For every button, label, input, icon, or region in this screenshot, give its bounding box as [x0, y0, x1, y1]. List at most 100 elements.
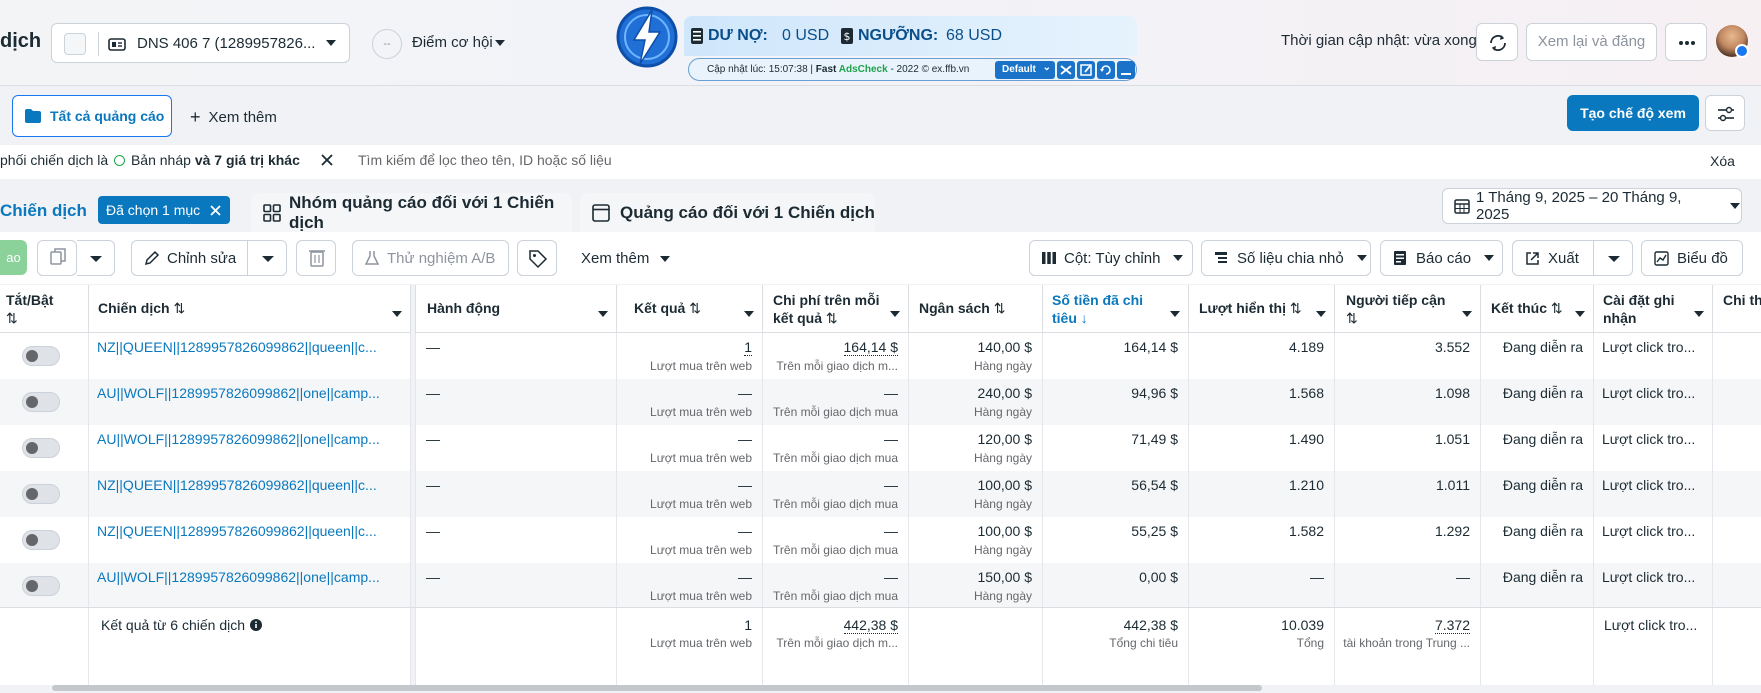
- more-options-button[interactable]: [1665, 23, 1707, 61]
- budget-cell[interactable]: 100,00 $ Hàng ngày: [909, 471, 1043, 517]
- tag-button[interactable]: [517, 240, 557, 276]
- chevron-down-icon: [1483, 254, 1495, 262]
- selected-badge[interactable]: Đã chọn 1 mục: [98, 196, 230, 224]
- attribution-value: Lượt click tro...: [1602, 431, 1696, 447]
- col-attribution[interactable]: Cài đặt ghi nhận: [1594, 285, 1713, 333]
- campaign-name-link[interactable]: NZ||QUEEN||1289957826099862||queen||c...: [97, 523, 377, 539]
- info-icon[interactable]: [250, 619, 262, 631]
- col-reach[interactable]: Người tiếp cận ⇅: [1335, 285, 1481, 333]
- edit-button[interactable]: Chỉnh sửa: [131, 240, 248, 276]
- campaign-toggle[interactable]: [22, 438, 60, 458]
- date-range-picker[interactable]: 1 Tháng 9, 2025 – 20 Tháng 9, 2025: [1442, 188, 1742, 224]
- filter-chip[interactable]: phối chiến dịch là Bản nháp và 7 giá trị…: [0, 152, 300, 168]
- results-cell: — Lượt mua trên web: [617, 425, 763, 471]
- spent-cell: 55,25 $: [1043, 517, 1189, 563]
- review-publish-button[interactable]: Xem lại và đăng: [1526, 23, 1657, 61]
- col-toggle[interactable]: Tắt/Bật ⇅: [0, 285, 89, 333]
- col-action[interactable]: Hành động: [416, 285, 617, 333]
- reports-button[interactable]: Báo cáo: [1380, 240, 1503, 276]
- columns-button[interactable]: Cột: Tùy chỉnh: [1029, 240, 1193, 276]
- table-row[interactable]: AU||WOLF||1289957826099862||one||camp...…: [0, 563, 1761, 609]
- attribution-cell: Lượt click tro...: [1594, 517, 1713, 563]
- all-ads-tab[interactable]: Tất cả quảng cáo: [12, 95, 172, 137]
- ad-account-icon: [107, 34, 127, 54]
- campaign-toggle[interactable]: [22, 392, 60, 412]
- campaign-name-link[interactable]: NZ||QUEEN||1289957826099862||queen||c...: [97, 339, 377, 355]
- minimize-icon[interactable]: [1117, 61, 1135, 79]
- ab-test-button[interactable]: Thử nghiệm A/B: [352, 240, 509, 276]
- results-cell: — Lượt mua trên web: [617, 379, 763, 425]
- refresh-button[interactable]: [1476, 23, 1518, 61]
- cost-cut-cell: [1713, 517, 1761, 563]
- chevron-down-icon[interactable]: [494, 39, 506, 47]
- col-budget[interactable]: Ngân sách ⇅: [909, 285, 1043, 333]
- budget-value: 150,00 $: [977, 569, 1033, 585]
- col-ends[interactable]: Kết thúc ⇅: [1481, 285, 1594, 333]
- campaign-name-link[interactable]: NZ||QUEEN||1289957826099862||queen||c...: [97, 477, 377, 493]
- see-more-views[interactable]: + Xem thêm: [190, 107, 277, 128]
- ends-value: Đang diễn ra: [1502, 569, 1583, 585]
- more-actions[interactable]: Xem thêm: [581, 250, 671, 267]
- col-cost-per-result[interactable]: Chi phí trên mỗi kết quả ⇅: [763, 285, 909, 333]
- campaign-name-link[interactable]: AU||WOLF||1289957826099862||one||camp...: [97, 385, 380, 401]
- filter-draft: Bản nháp: [130, 152, 191, 168]
- profile-select[interactable]: Default ⌄: [995, 61, 1055, 79]
- col-cost-cut[interactable]: Chi thầu: [1713, 285, 1761, 333]
- col-campaign[interactable]: Chiến dịch ⇅: [89, 285, 411, 333]
- table-row[interactable]: NZ||QUEEN||1289957826099862||queen||c...…: [0, 517, 1761, 563]
- campaign-name-link[interactable]: AU||WOLF||1289957826099862||one||camp...: [97, 569, 380, 585]
- col-results[interactable]: Kết quả ⇅: [617, 285, 763, 333]
- cpr-sub: Trên mỗi giao dịch mua: [773, 451, 898, 465]
- tab-adsets[interactable]: Nhóm quảng cáo đối với 1 Chiến dịch: [251, 193, 572, 233]
- budget-cell[interactable]: 140,00 $ Hàng ngày: [909, 333, 1043, 379]
- table-row[interactable]: AU||WOLF||1289957826099862||one||camp...…: [0, 425, 1761, 471]
- campaign-toggle[interactable]: [22, 484, 60, 504]
- reload-icon[interactable]: [1097, 61, 1115, 79]
- search-input[interactable]: Tìm kiếm để lọc theo tên, ID hoặc số liệ…: [358, 152, 612, 168]
- charts-button[interactable]: Biểu đồ: [1641, 240, 1743, 276]
- export-button[interactable]: Xuất: [1512, 240, 1594, 276]
- table-row[interactable]: NZ||QUEEN||1289957826099862||queen||c...…: [0, 333, 1761, 379]
- table-row[interactable]: NZ||QUEEN||1289957826099862||queen||c...…: [0, 471, 1761, 517]
- edit-icon[interactable]: [1077, 61, 1095, 79]
- chevron-down-icon: [1170, 304, 1180, 322]
- campaign-toggle[interactable]: [22, 576, 60, 596]
- budget-cell[interactable]: 120,00 $ Hàng ngày: [909, 425, 1043, 471]
- account-checkbox[interactable]: [64, 33, 86, 55]
- close-icon[interactable]: [320, 153, 334, 167]
- flask-icon: [365, 250, 379, 266]
- duplicate-dropdown[interactable]: [77, 240, 115, 276]
- account-selector[interactable]: DNS 406 7 (1289957826...: [51, 23, 350, 63]
- delete-button[interactable]: [296, 240, 336, 276]
- page-title: dịch: [0, 30, 42, 52]
- publish-button[interactable]: ao: [0, 240, 27, 275]
- edit-dropdown[interactable]: [247, 240, 287, 276]
- attribution-cell: Lượt click tro...: [1594, 563, 1713, 609]
- spent-cell: 56,54 $: [1043, 471, 1189, 517]
- campaign-name-link[interactable]: AU||WOLF||1289957826099862||one||camp...: [97, 431, 380, 447]
- duplicate-button[interactable]: [37, 240, 77, 276]
- budget-cell[interactable]: 150,00 $ Hàng ngày: [909, 563, 1043, 609]
- campaign-toggle[interactable]: [22, 530, 60, 550]
- results-cell: 1 Lượt mua trên web: [617, 333, 763, 379]
- impressions-cell: 1.210: [1189, 471, 1335, 517]
- tab-campaigns[interactable]: Chiến dịch: [0, 201, 87, 221]
- edit-label: Chỉnh sửa: [167, 249, 237, 267]
- shuffle-icon[interactable]: [1057, 61, 1075, 79]
- breakdown-button[interactable]: Số liệu chia nhỏ: [1201, 240, 1371, 276]
- col-impressions[interactable]: Lượt hiển thị ⇅: [1189, 285, 1335, 333]
- horizontal-scrollbar[interactable]: [52, 685, 1262, 691]
- col-amount-spent[interactable]: Số tiền đã chi tiêu ↓: [1043, 285, 1189, 333]
- opportunity-score-label[interactable]: Điểm cơ hội: [412, 34, 493, 51]
- view-settings-button[interactable]: [1705, 95, 1745, 131]
- close-icon[interactable]: [210, 204, 221, 216]
- budget-cell[interactable]: 240,00 $ Hàng ngày: [909, 379, 1043, 425]
- tab-ads[interactable]: Quảng cáo đối với 1 Chiến dịch: [580, 193, 875, 233]
- create-view-button[interactable]: Tạo chế độ xem: [1567, 95, 1699, 131]
- clear-filters-button[interactable]: Xóa: [1710, 153, 1735, 169]
- budget-cell[interactable]: 100,00 $ Hàng ngày: [909, 517, 1043, 563]
- export-dropdown[interactable]: [1593, 240, 1633, 276]
- table-row[interactable]: AU||WOLF||1289957826099862||one||camp...…: [0, 379, 1761, 425]
- campaign-toggle[interactable]: [22, 346, 60, 366]
- result-sub: Lượt mua trên web: [650, 543, 752, 557]
